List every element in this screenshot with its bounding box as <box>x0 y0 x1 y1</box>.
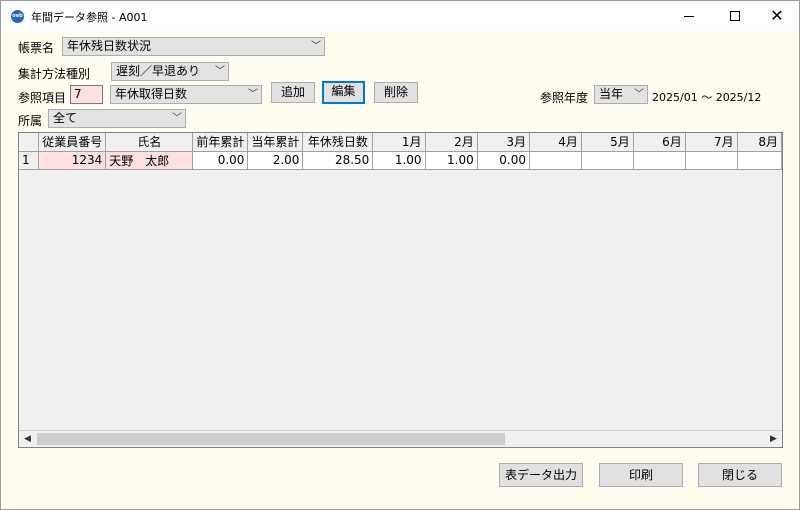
column-header[interactable]: 年休残日数 <box>302 133 374 152</box>
main-window: oeb 年間データ参照 - A001 ✕ 帳票名 年休残日数状況 ﹀ 集計方法種… <box>0 0 800 510</box>
app-icon: oeb <box>11 10 24 23</box>
maximize-icon <box>730 11 740 21</box>
cell-month[interactable] <box>737 151 782 170</box>
method-select[interactable]: 遅刻／早退あり ﹀ <box>111 62 229 81</box>
dept-select[interactable]: 全て ﹀ <box>48 109 186 128</box>
method-select-value: 遅刻／早退あり <box>116 64 201 78</box>
row-number: 1 <box>19 151 40 170</box>
data-table: 従業員番号 氏名 前年累計 当年累計 年休残日数 1月 2月 3月 4月 5月 … <box>19 133 782 170</box>
cell-name[interactable]: 天野 太郎 <box>105 151 194 170</box>
cell-current-total[interactable]: 2.00 <box>247 151 304 170</box>
year-select[interactable]: 当年 ﹀ <box>594 85 648 104</box>
cell-month[interactable] <box>685 151 738 170</box>
column-header[interactable]: 2月 <box>425 133 478 152</box>
cell-month[interactable]: 1.00 <box>372 151 426 170</box>
cell-month[interactable]: 1.00 <box>425 151 478 170</box>
column-header[interactable]: 4月 <box>529 133 582 152</box>
cell-employee-number[interactable]: 1234 <box>38 151 107 170</box>
delete-button[interactable]: 削除 <box>374 82 418 103</box>
report-select-value: 年休残日数状況 <box>67 39 152 53</box>
chevron-down-icon: ﹀ <box>248 89 258 100</box>
close-window-button[interactable]: ✕ <box>755 1 799 31</box>
data-grid[interactable]: 従業員番号 氏名 前年累計 当年累計 年休残日数 1月 2月 3月 4月 5月 … <box>18 132 783 448</box>
dept-label: 所属 <box>18 114 43 128</box>
item-select[interactable]: 年休取得日数 ﹀ <box>110 85 262 104</box>
item-number-input[interactable]: 7 <box>70 85 103 104</box>
export-button[interactable]: 表データ出力 <box>499 463 583 487</box>
cell-month[interactable] <box>633 151 686 170</box>
item-label: 参照項目 <box>18 91 67 105</box>
add-button[interactable]: 追加 <box>271 82 315 103</box>
title-bar: oeb 年間データ参照 - A001 ✕ <box>1 1 799 31</box>
chevron-down-icon: ﹀ <box>215 66 225 77</box>
year-label: 参照年度 <box>540 91 589 105</box>
column-header[interactable]: 氏名 <box>105 133 194 152</box>
column-header[interactable]: 1月 <box>372 133 426 152</box>
cell-month[interactable]: 0.00 <box>477 151 530 170</box>
minimize-button[interactable] <box>667 1 711 31</box>
column-header[interactable]: 従業員番号 <box>38 133 107 152</box>
cell-remaining-days[interactable]: 28.50 <box>302 151 374 170</box>
close-button[interactable]: 閉じる <box>698 463 782 487</box>
year-range: 2025/01 ～ 2025/12 <box>652 91 762 104</box>
scroll-left-icon[interactable]: ◀ <box>19 431 36 447</box>
dept-select-value: 全て <box>53 111 78 125</box>
close-icon: ✕ <box>770 6 784 25</box>
column-header[interactable]: 前年累計 <box>192 133 249 152</box>
column-header[interactable]: 6月 <box>633 133 686 152</box>
column-header <box>19 133 40 152</box>
column-header[interactable]: 5月 <box>581 133 634 152</box>
scroll-right-icon[interactable]: ▶ <box>765 431 782 447</box>
header-row: 従業員番号 氏名 前年累計 当年累計 年休残日数 1月 2月 3月 4月 5月 … <box>19 133 782 152</box>
print-button[interactable]: 印刷 <box>599 463 683 487</box>
column-header[interactable]: 8月 <box>737 133 782 152</box>
table-row[interactable]: 1 1234 天野 太郎 0.00 2.00 28.50 1.00 1.00 0… <box>19 151 782 170</box>
scrollbar-thumb[interactable] <box>37 433 505 445</box>
cell-prev-total[interactable]: 0.00 <box>192 151 249 170</box>
maximize-button[interactable] <box>713 1 757 31</box>
year-select-value: 当年 <box>599 87 624 101</box>
column-header[interactable]: 3月 <box>477 133 530 152</box>
window-title: 年間データ参照 - A001 <box>31 11 148 24</box>
column-header[interactable]: 当年累計 <box>247 133 304 152</box>
cell-month[interactable] <box>529 151 582 170</box>
chevron-down-icon: ﹀ <box>634 89 644 100</box>
method-label: 集計方法種別 <box>18 67 91 81</box>
cell-month[interactable] <box>581 151 634 170</box>
item-select-value: 年休取得日数 <box>115 87 188 101</box>
chevron-down-icon: ﹀ <box>311 41 321 52</box>
edit-button[interactable]: 編集 <box>322 81 365 104</box>
minimize-icon <box>684 15 694 17</box>
horizontal-scrollbar[interactable]: ◀ ▶ <box>19 430 782 447</box>
report-label: 帳票名 <box>18 41 55 55</box>
report-select[interactable]: 年休残日数状況 ﹀ <box>62 37 325 56</box>
column-header[interactable]: 7月 <box>685 133 738 152</box>
chevron-down-icon: ﹀ <box>172 113 182 124</box>
